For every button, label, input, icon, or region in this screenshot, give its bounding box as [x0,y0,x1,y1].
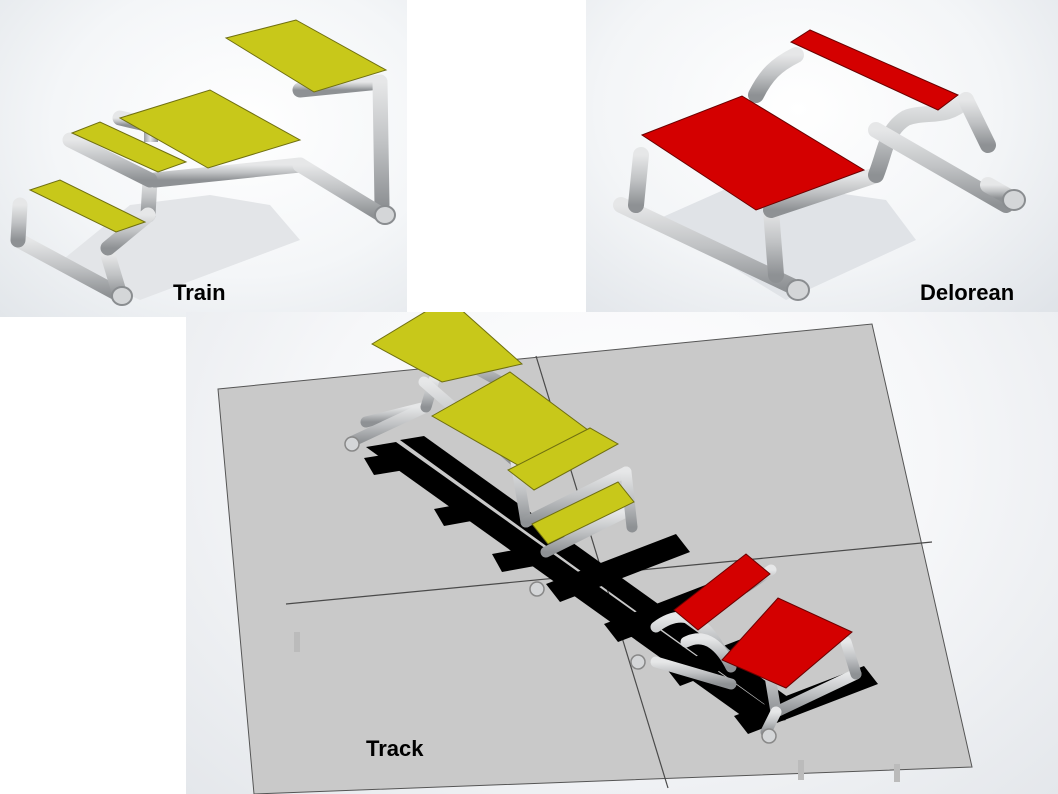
train-seat-front [28,179,147,233]
pipe-end-cap [630,654,646,670]
track-render-panel [186,312,1058,794]
platform-leg [798,760,804,780]
pipe-end-cap [344,436,360,452]
delorean-label: Delorean [920,280,1015,305]
pipe-end-cap [761,728,777,744]
track-label: Track [366,736,424,761]
pipe-end-cap [111,286,133,306]
pipe-end-cap [374,205,396,225]
delorean-seat-rear [789,29,959,111]
pipe-end-cap [1002,189,1026,211]
delorean-model-illustration [613,29,1026,301]
track-model-illustration [217,312,973,794]
delorean-render-panel [586,0,1058,312]
pipe-end-cap [786,279,810,301]
train-label: Train [173,280,226,305]
platform-leg [294,632,300,652]
pipe-end-cap [529,581,545,597]
train-model-illustration [10,19,396,306]
platform-leg [894,764,900,782]
train-render-panel [0,0,407,317]
